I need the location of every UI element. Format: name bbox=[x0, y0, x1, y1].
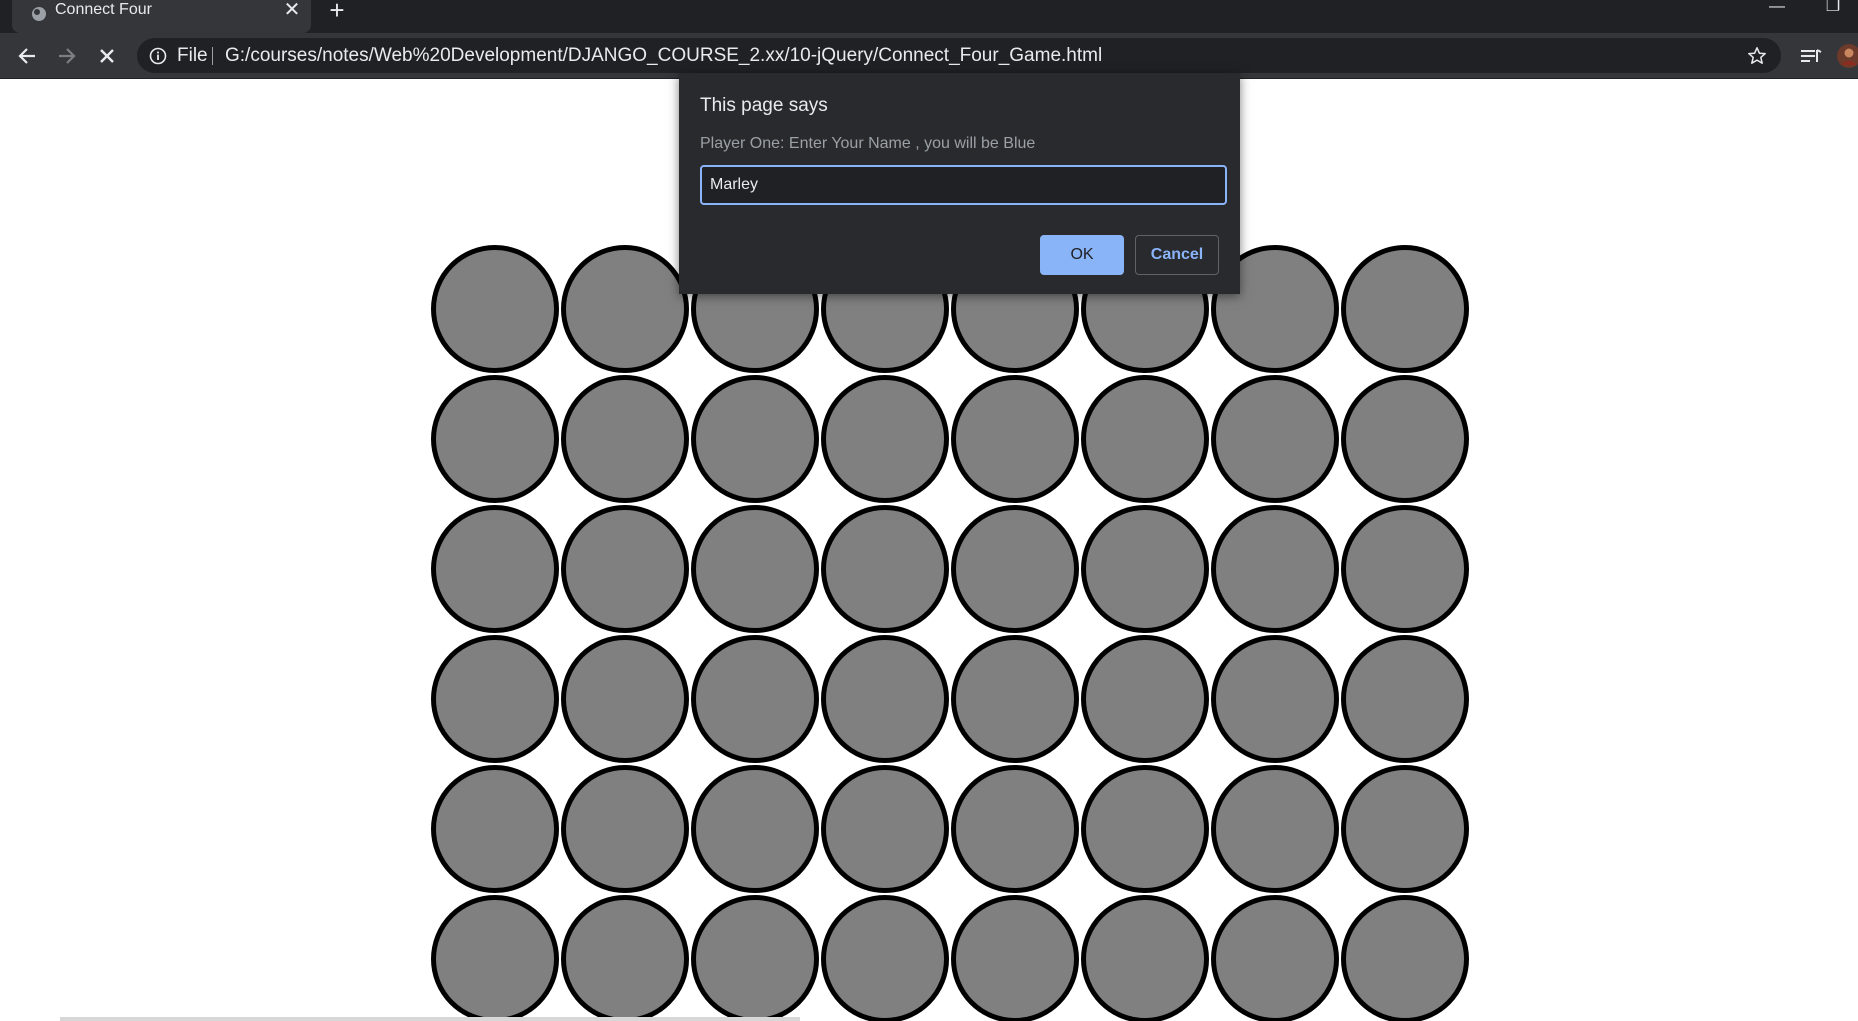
media-queue-icon[interactable] bbox=[1798, 43, 1824, 69]
board-slot[interactable] bbox=[1341, 635, 1469, 763]
new-tab-button[interactable]: + bbox=[325, 0, 349, 23]
board-slot[interactable] bbox=[691, 635, 819, 763]
board-slot[interactable] bbox=[821, 505, 949, 633]
board-slot[interactable] bbox=[1211, 635, 1339, 763]
forward-arrow-icon bbox=[59, 48, 76, 64]
back-arrow-icon bbox=[18, 48, 35, 64]
ok-button[interactable]: OK bbox=[1040, 235, 1124, 275]
tab-close-icon[interactable]: ✕ bbox=[282, 0, 302, 20]
profile-avatar-icon[interactable] bbox=[1836, 43, 1858, 69]
restore-button[interactable]: ❐ bbox=[1813, 0, 1853, 20]
board-slot[interactable] bbox=[1081, 375, 1209, 503]
board-slot[interactable] bbox=[561, 505, 689, 633]
board-slot[interactable] bbox=[431, 895, 559, 1021]
board-slot[interactable] bbox=[1081, 505, 1209, 633]
tab-title: Connect Four bbox=[55, 1, 152, 18]
cancel-button[interactable]: Cancel bbox=[1135, 235, 1219, 275]
board-slot[interactable] bbox=[561, 245, 689, 373]
board-slot[interactable] bbox=[431, 635, 559, 763]
board-slot[interactable] bbox=[821, 765, 949, 893]
stop-loading-icon bbox=[100, 49, 114, 63]
tab-strip: Connect Four ✕ + — ❐ bbox=[0, 0, 1858, 33]
board-slot[interactable] bbox=[1081, 895, 1209, 1021]
back-button[interactable] bbox=[12, 41, 42, 71]
game-board bbox=[430, 244, 1470, 1021]
board-slot[interactable] bbox=[691, 505, 819, 633]
board-slot[interactable] bbox=[1211, 895, 1339, 1021]
board-slot[interactable] bbox=[561, 635, 689, 763]
board-slot[interactable] bbox=[1341, 505, 1469, 633]
board-slot[interactable] bbox=[691, 895, 819, 1021]
prompt-dialog: This page says Player One: Enter Your Na… bbox=[679, 73, 1240, 294]
dialog-title: This page says bbox=[700, 95, 828, 116]
url-text[interactable]: G:/courses/notes/Web%20Development/DJANG… bbox=[225, 38, 1102, 73]
scheme-label: File bbox=[177, 45, 208, 66]
board-slot[interactable] bbox=[1211, 765, 1339, 893]
player-name-input[interactable] bbox=[700, 165, 1227, 205]
board-slot[interactable] bbox=[951, 765, 1079, 893]
board-slot[interactable] bbox=[821, 895, 949, 1021]
address-bar[interactable]: File G:/courses/notes/Web%20Development/… bbox=[137, 38, 1781, 73]
board-slot[interactable] bbox=[1341, 375, 1469, 503]
star-icon[interactable] bbox=[1747, 46, 1767, 66]
board-slot[interactable] bbox=[431, 245, 559, 373]
board-slot[interactable] bbox=[951, 895, 1079, 1021]
horizontal-scrollbar[interactable] bbox=[60, 1017, 800, 1021]
forward-button[interactable] bbox=[52, 41, 82, 71]
minimize-button[interactable]: — bbox=[1757, 0, 1797, 20]
board-slot[interactable] bbox=[431, 505, 559, 633]
page-favicon-icon bbox=[32, 7, 46, 21]
board-slot[interactable] bbox=[821, 635, 949, 763]
board-slot[interactable] bbox=[431, 765, 559, 893]
address-separator bbox=[212, 47, 213, 65]
board-slot[interactable] bbox=[1211, 505, 1339, 633]
board-slot[interactable] bbox=[1341, 245, 1469, 373]
board-slot[interactable] bbox=[951, 635, 1079, 763]
board-slot[interactable] bbox=[561, 895, 689, 1021]
board-slot[interactable] bbox=[821, 375, 949, 503]
board-slot[interactable] bbox=[691, 765, 819, 893]
info-icon[interactable] bbox=[149, 47, 167, 65]
dialog-message: Player One: Enter Your Name , you will b… bbox=[700, 135, 1036, 152]
tab-connect-four[interactable]: Connect Four ✕ bbox=[12, 0, 311, 33]
board-slot[interactable] bbox=[1081, 765, 1209, 893]
board-slot[interactable] bbox=[1341, 765, 1469, 893]
board-slot[interactable] bbox=[691, 375, 819, 503]
board-slot[interactable] bbox=[1211, 375, 1339, 503]
board-slot[interactable] bbox=[1341, 895, 1469, 1021]
board-slot[interactable] bbox=[951, 375, 1079, 503]
board-slot[interactable] bbox=[951, 505, 1079, 633]
board-slot[interactable] bbox=[561, 375, 689, 503]
board-slot[interactable] bbox=[561, 765, 689, 893]
board-slot[interactable] bbox=[431, 375, 559, 503]
board-slot[interactable] bbox=[1081, 635, 1209, 763]
stop-button[interactable] bbox=[92, 41, 122, 71]
